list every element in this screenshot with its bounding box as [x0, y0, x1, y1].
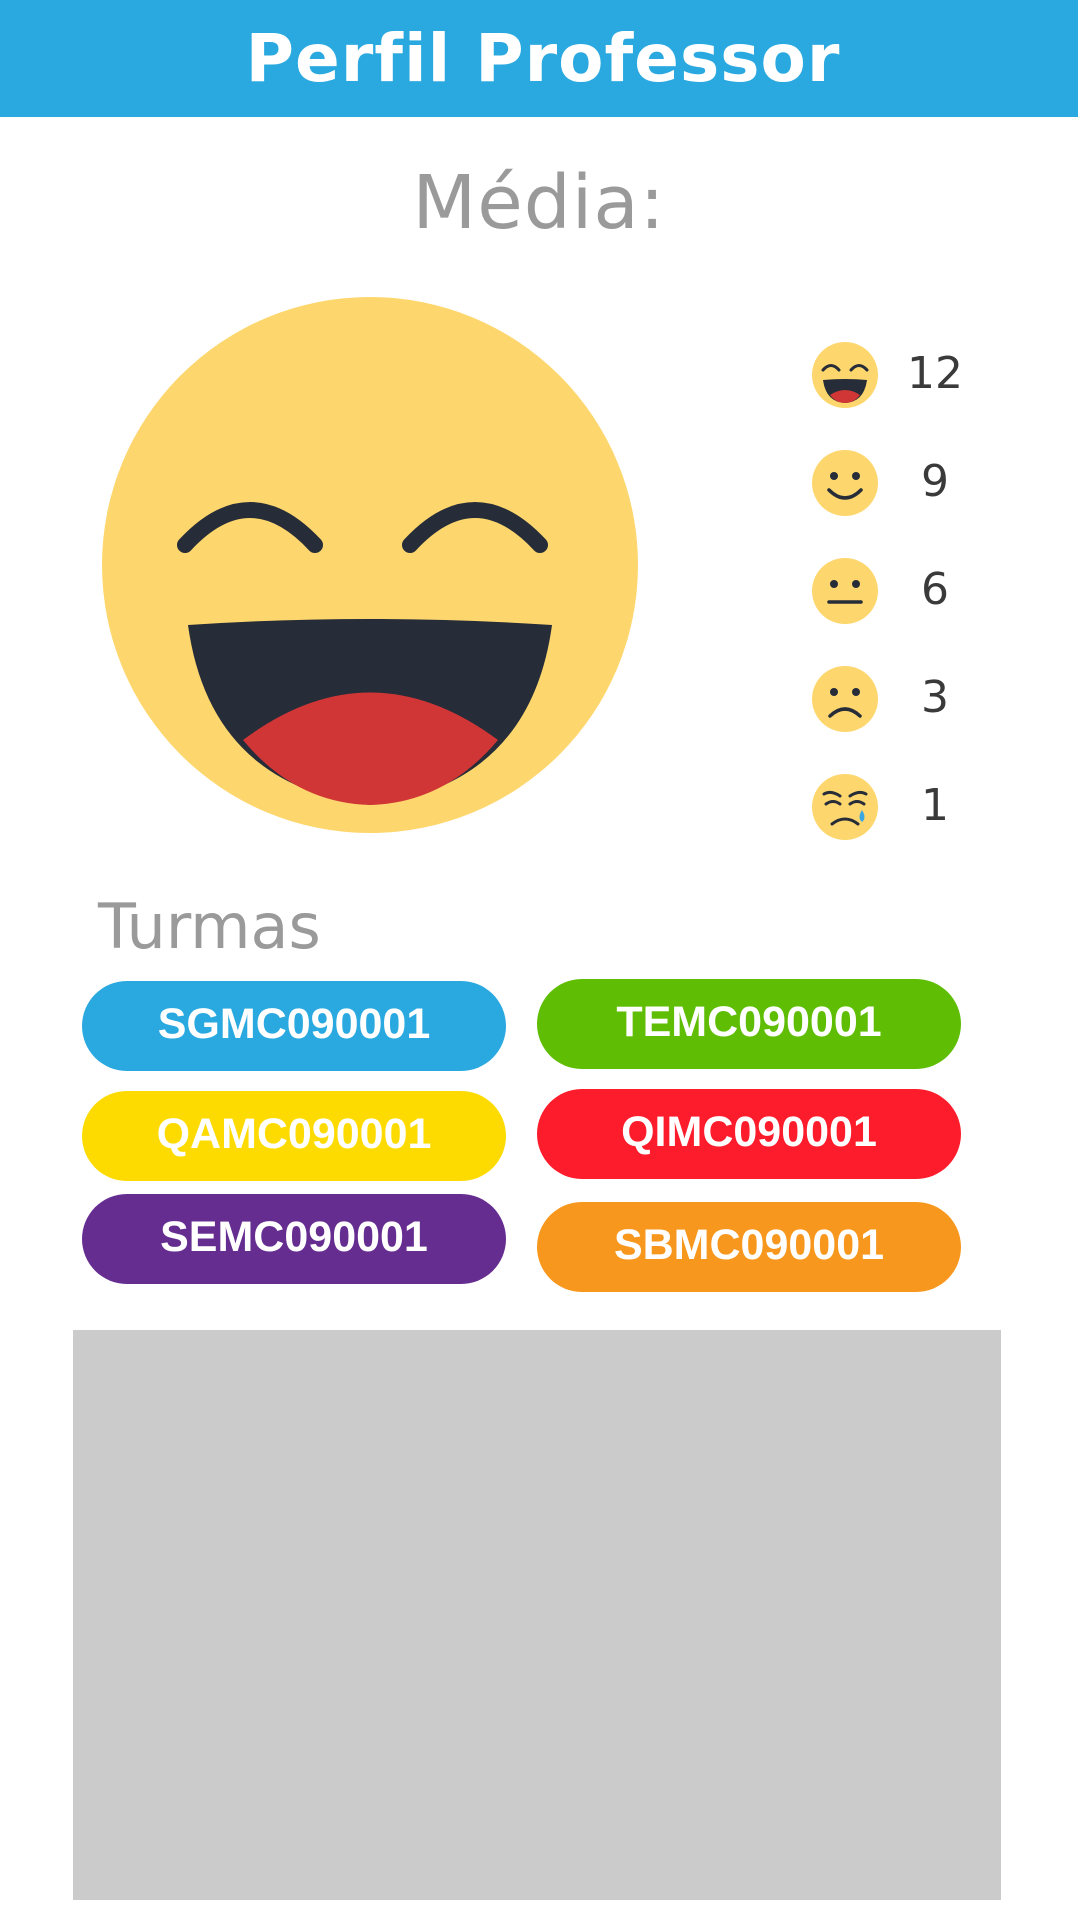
- average-laughing-face-icon: [102, 297, 638, 833]
- smiling-face-icon: [812, 450, 878, 516]
- average-label: Média:: [412, 160, 666, 246]
- classes-heading: Turmas: [98, 890, 321, 963]
- page-title: Perfil Professor: [245, 20, 841, 97]
- laughing-face-icon: [812, 342, 878, 408]
- class-button-temc090001[interactable]: TEMC090001: [537, 979, 961, 1069]
- rating-row-smiling: 9: [810, 448, 1000, 528]
- class-button-sgmc090001[interactable]: SGMC090001: [82, 981, 506, 1071]
- frowning-face-icon: [812, 666, 878, 732]
- class-button-qimc090001[interactable]: QIMC090001: [537, 1089, 961, 1179]
- rating-row-neutral: 6: [810, 556, 1000, 636]
- rating-row-crying: 1: [810, 772, 1000, 852]
- class-button-sbmc090001[interactable]: SBMC090001: [537, 1202, 961, 1292]
- rating-count: 3: [921, 672, 949, 723]
- rating-count: 12: [907, 348, 963, 399]
- class-button-semc090001[interactable]: SEMC090001: [82, 1194, 506, 1284]
- rating-count: 9: [921, 456, 949, 507]
- neutral-face-icon: [812, 558, 878, 624]
- content-placeholder: [73, 1330, 1001, 1900]
- class-button-qamc090001[interactable]: QAMC090001: [82, 1091, 506, 1181]
- rating-count: 1: [921, 780, 949, 831]
- rating-row-laughing: 12: [810, 340, 1000, 420]
- crying-face-icon: [812, 774, 878, 840]
- app-header: Perfil Professor: [0, 0, 1078, 117]
- rating-row-frowning: 3: [810, 664, 1000, 744]
- rating-count: 6: [921, 564, 949, 615]
